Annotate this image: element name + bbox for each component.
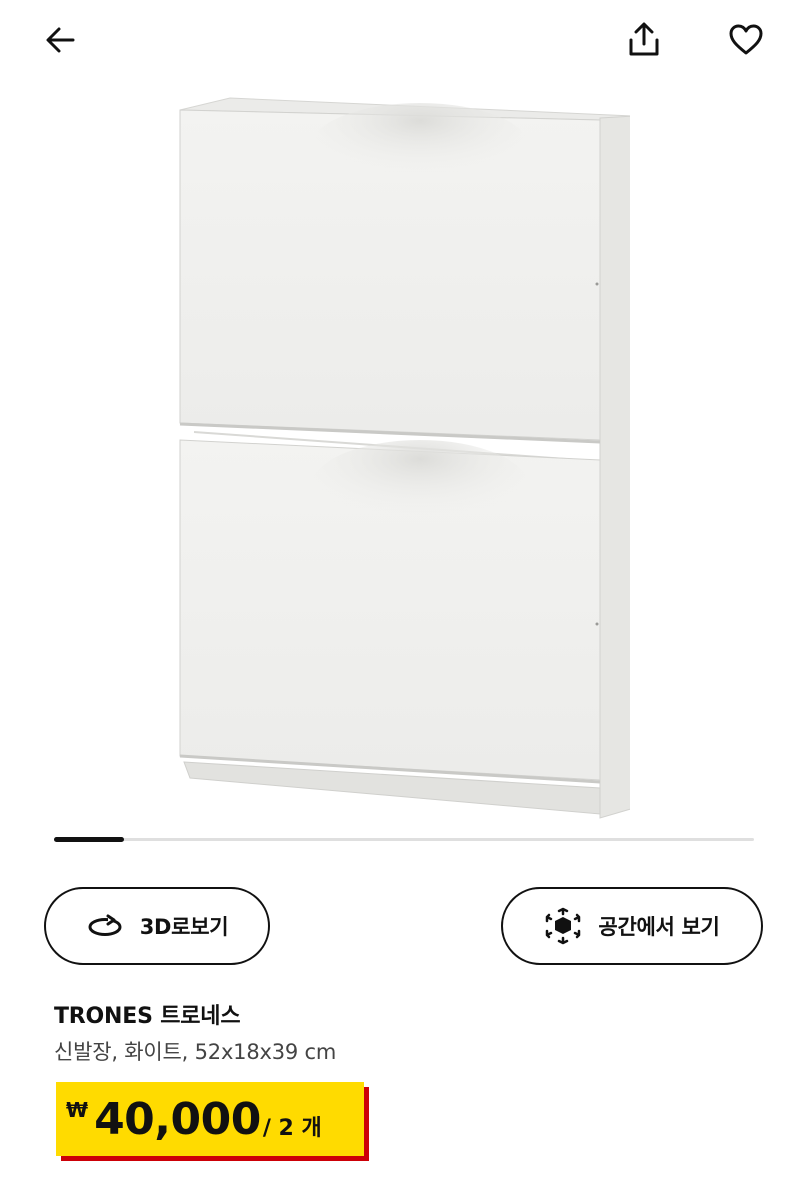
view-3d-label: 3D로보기: [139, 915, 229, 939]
price-unit: / 2 개: [262, 1116, 322, 1141]
price-amount: 40,000: [94, 1093, 261, 1145]
view-in-space-button[interactable]: 공간에서 보기: [501, 887, 763, 965]
favorite-button[interactable]: [720, 14, 772, 66]
product-image[interactable]: [150, 88, 635, 828]
image-carousel-progress[interactable]: [54, 837, 754, 842]
product-name: TRONES 트로네스: [54, 1004, 241, 1029]
product-description: 신발장, 화이트, 52x18x39 cm: [54, 1040, 337, 1064]
view-in-space-label: 공간에서 보기: [598, 915, 720, 939]
share-upload-icon: [629, 22, 659, 56]
shoe-cabinet-illustration: [179, 97, 635, 819]
view-3d-button[interactable]: 3D로보기: [44, 887, 270, 965]
share-button[interactable]: [618, 14, 670, 66]
ar-cube-icon: [546, 907, 581, 945]
price-currency: ₩: [66, 1098, 89, 1122]
carousel-progress-thumb: [54, 837, 124, 842]
back-button[interactable]: [34, 14, 86, 66]
heart-outline-icon: [729, 24, 763, 55]
price-tag: ₩ 40,000 / 2 개: [56, 1082, 364, 1156]
arrow-left-icon: [46, 27, 75, 53]
top-bar: [0, 0, 807, 84]
rotate-360-icon: [88, 914, 122, 936]
